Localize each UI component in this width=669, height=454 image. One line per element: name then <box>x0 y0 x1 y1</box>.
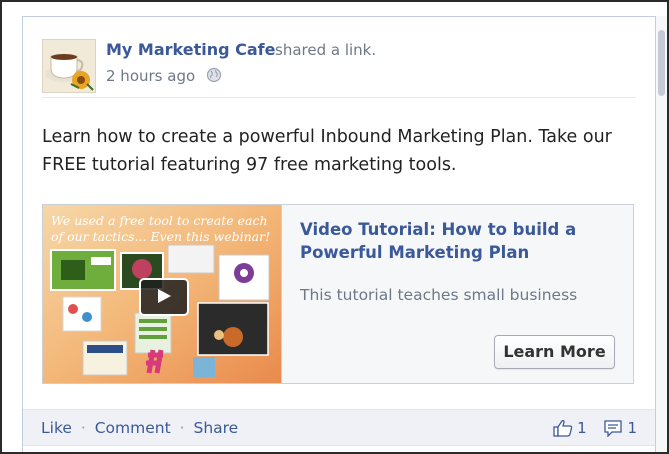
comment-link[interactable]: Comment <box>95 419 171 437</box>
action-separator: · <box>80 419 86 437</box>
feed-story-card: My Marketing Cafe shared a link. 2 hours… <box>22 16 656 452</box>
story-counts: 1 1 <box>541 418 637 438</box>
header-divider <box>42 97 636 98</box>
story-actions: Like · Comment · Share <box>41 419 238 437</box>
attachment-title-link[interactable]: Video Tutorial: How to build a Powerful … <box>300 218 600 264</box>
story-footer: Like · Comment · Share 1 1 <box>23 409 655 446</box>
thumbs-up-icon <box>553 419 573 437</box>
post-message-line-2: FREE tutorial featuring 97 free marketin… <box>42 155 457 175</box>
play-icon <box>158 289 171 303</box>
like-link[interactable]: Like <box>41 419 72 437</box>
attachment-description: This tutorial teaches small business <box>300 286 578 304</box>
thumbnail-caption: We used a free tool to create each of ou… <box>51 213 271 244</box>
screenshot-frame: My Marketing Cafe shared a link. 2 hours… <box>0 0 669 454</box>
post-author-link[interactable]: My Marketing Cafe <box>106 40 276 59</box>
comment-count-group[interactable]: 1 <box>603 418 637 438</box>
post-action-text: shared a link. <box>275 41 377 59</box>
comment-icon <box>604 419 623 438</box>
action-separator: · <box>179 419 185 437</box>
scrollbar[interactable] <box>656 16 667 452</box>
like-count: 1 <box>577 418 587 437</box>
comment-count: 1 <box>627 418 637 437</box>
next-story-edge <box>23 445 655 452</box>
link-attachment[interactable]: We used a free tool to create each of ou… <box>42 204 634 384</box>
scrollbar-thumb[interactable] <box>658 30 665 96</box>
video-play-button[interactable] <box>139 278 189 316</box>
avatar[interactable] <box>42 39 96 93</box>
globe-icon[interactable] <box>205 66 223 84</box>
learn-more-button[interactable]: Learn More <box>494 335 615 369</box>
share-link[interactable]: Share <box>193 419 238 437</box>
coffee-cup-avatar-image <box>43 40 95 92</box>
post-message-line-1: Learn how to create a powerful Inbound M… <box>42 127 612 147</box>
attachment-thumbnail[interactable]: We used a free tool to create each of ou… <box>43 205 282 383</box>
post-message: Learn how to create a powerful Inbound M… <box>42 123 642 179</box>
post-timestamp[interactable]: 2 hours ago <box>106 67 195 85</box>
like-count-group[interactable]: 1 <box>553 419 587 437</box>
